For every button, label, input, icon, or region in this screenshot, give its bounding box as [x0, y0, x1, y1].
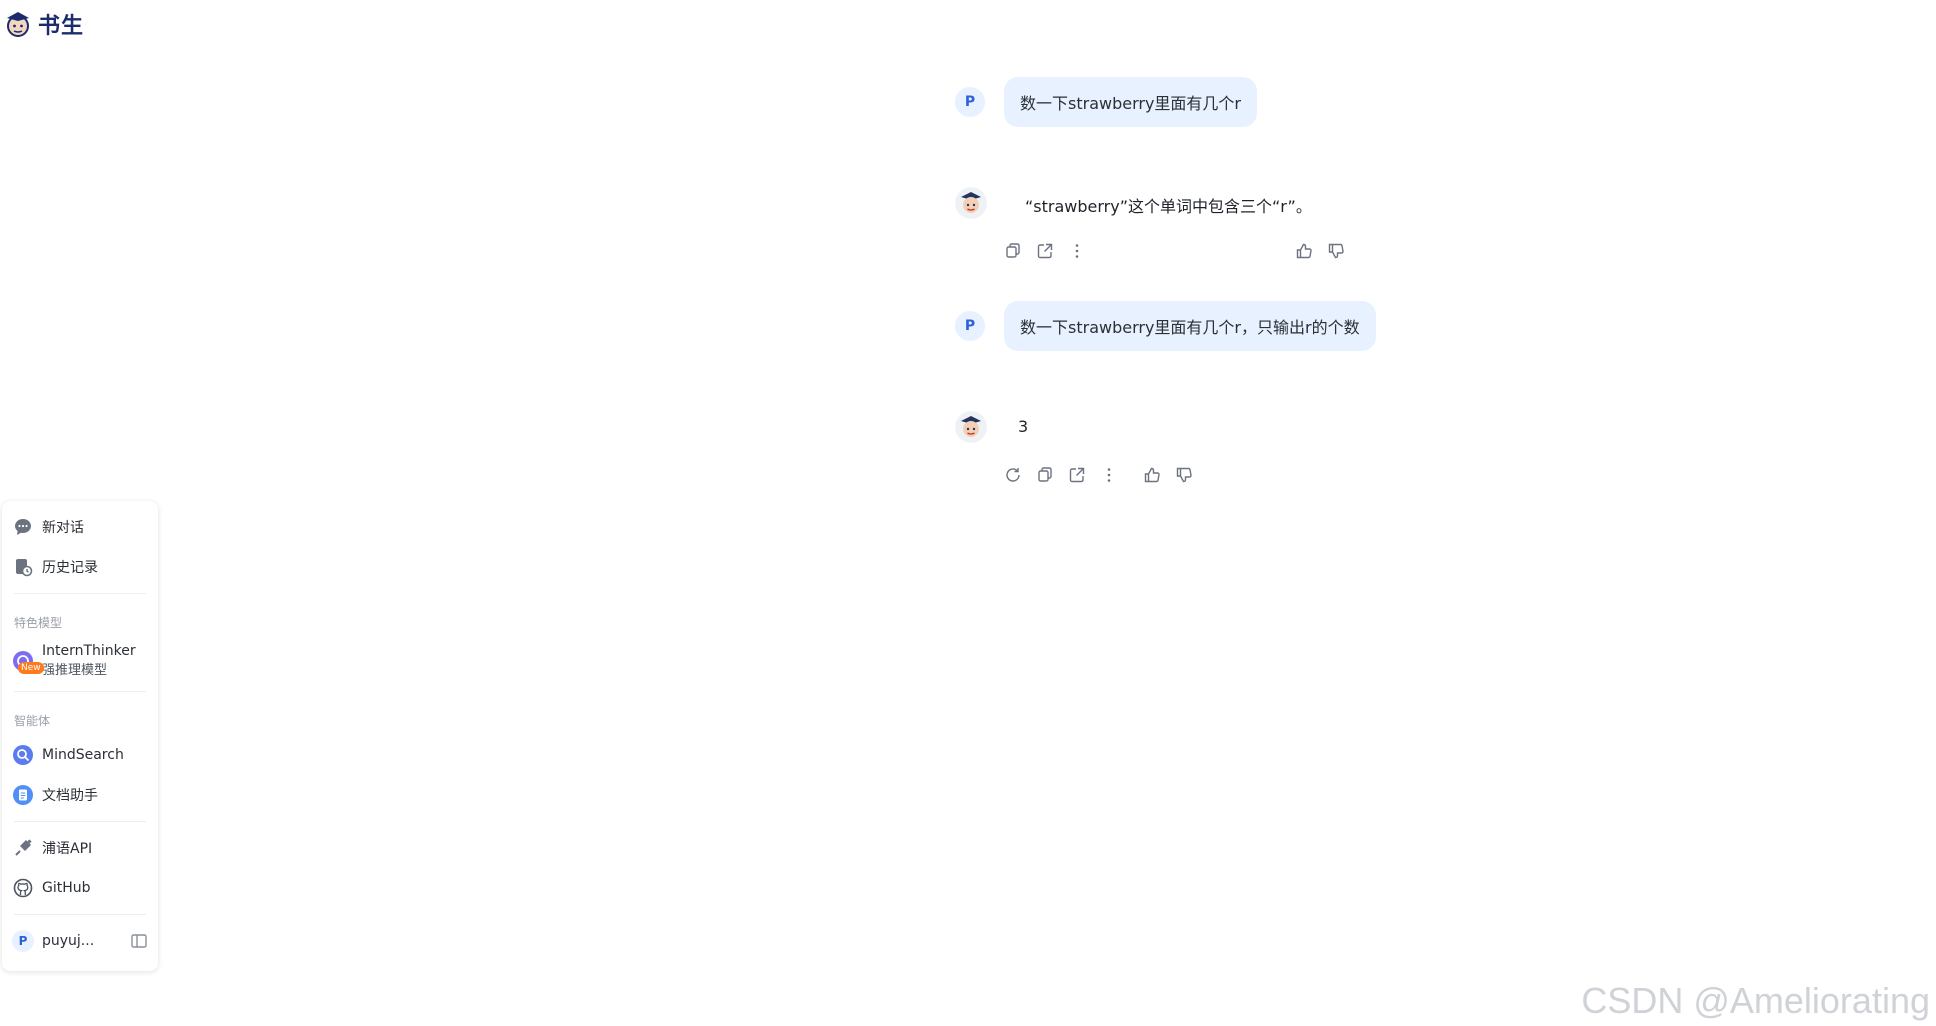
scholar-logo-icon: [7, 12, 29, 37]
document-icon: [12, 784, 34, 806]
new-badge: New: [18, 662, 44, 674]
assistant-message: 3: [1018, 417, 1029, 436]
divider: [14, 914, 146, 915]
app-logo[interactable]: 书生: [2, 8, 84, 40]
external-link-icon: [1069, 467, 1085, 483]
share-button[interactable]: [1067, 465, 1087, 485]
thumbs-up-icon: [1144, 467, 1160, 483]
share-button[interactable]: [1035, 241, 1055, 261]
new-chat-label: 新对话: [42, 520, 84, 536]
plug-icon: [12, 837, 34, 859]
collapse-sidebar-icon[interactable]: [130, 932, 148, 950]
new-chat-button[interactable]: 新对话: [2, 507, 158, 547]
thumbs-up-icon: [1296, 243, 1312, 259]
mindsearch-icon: [12, 744, 34, 766]
featured-section-title: 特色模型: [14, 616, 63, 630]
copy-button[interactable]: [1035, 465, 1055, 485]
history-icon: [12, 556, 34, 578]
scholar-avatar-icon: [955, 411, 987, 443]
divider: [14, 691, 146, 692]
sidebar-item-mindsearch[interactable]: MindSearch: [2, 735, 158, 775]
divider: [14, 593, 146, 594]
more-vertical-icon: [1075, 244, 1079, 258]
user-profile[interactable]: P puyuj...: [2, 921, 158, 961]
user-avatar: P: [955, 87, 985, 117]
history-button[interactable]: 历史记录: [2, 547, 158, 587]
scholar-avatar-icon: [955, 187, 987, 219]
user-message: 数一下strawberry里面有几个r: [1004, 77, 1258, 127]
more-button[interactable]: [1099, 465, 1119, 485]
agents-section-title: 智能体: [14, 714, 51, 728]
internthinker-icon: New: [12, 650, 44, 674]
sidebar-item-github[interactable]: GitHub: [2, 868, 158, 908]
github-icon: [12, 877, 34, 899]
internthinker-name: InternThinker: [42, 643, 136, 659]
user-avatar: P: [955, 311, 985, 341]
refresh-icon: [1006, 468, 1020, 482]
github-label: GitHub: [42, 880, 91, 896]
user-message: 数一下strawberry里面有几个r，只输出r的个数: [1004, 301, 1376, 351]
brand-name: 书生: [38, 14, 85, 39]
like-button[interactable]: [1142, 465, 1162, 485]
sidebar-item-puyu-api[interactable]: 浦语API: [2, 828, 158, 868]
assistant-avatar: [955, 411, 987, 443]
dislike-button[interactable]: [1174, 465, 1194, 485]
chat-bubble-icon: [12, 516, 34, 538]
copy-button[interactable]: [1003, 241, 1023, 261]
divider: [14, 821, 146, 822]
document-assistant-label: 文档助手: [42, 788, 98, 804]
user-name: puyuj...: [42, 933, 95, 949]
external-link-icon: [1037, 243, 1053, 259]
history-label: 历史记录: [42, 560, 98, 576]
assistant-message: “strawberry”这个单词中包含三个“r”。: [1025, 197, 1312, 216]
mindsearch-label: MindSearch: [42, 747, 124, 763]
user-avatar: P: [12, 930, 34, 952]
sidebar: 新对话 历史记录 特色模型 New InternThinker 强推理模型 智能…: [2, 501, 158, 971]
regenerate-button[interactable]: [1003, 465, 1023, 485]
thumbs-down-icon: [1176, 467, 1192, 483]
copy-icon: [1006, 243, 1020, 258]
internthinker-subtitle: 强推理模型: [42, 663, 108, 678]
more-vertical-icon: [1107, 468, 1111, 482]
copy-icon: [1038, 467, 1052, 482]
sidebar-item-internthinker[interactable]: New InternThinker 强推理模型: [2, 637, 158, 685]
thumbs-down-icon: [1328, 243, 1344, 259]
sidebar-item-document-assistant[interactable]: 文档助手: [2, 775, 158, 815]
dislike-button[interactable]: [1326, 241, 1346, 261]
like-button[interactable]: [1294, 241, 1314, 261]
more-button[interactable]: [1067, 241, 1087, 261]
puyu-api-label: 浦语API: [42, 841, 93, 857]
assistant-avatar: [955, 187, 987, 219]
watermark: CSDN @Ameliorating: [1581, 980, 1930, 1021]
